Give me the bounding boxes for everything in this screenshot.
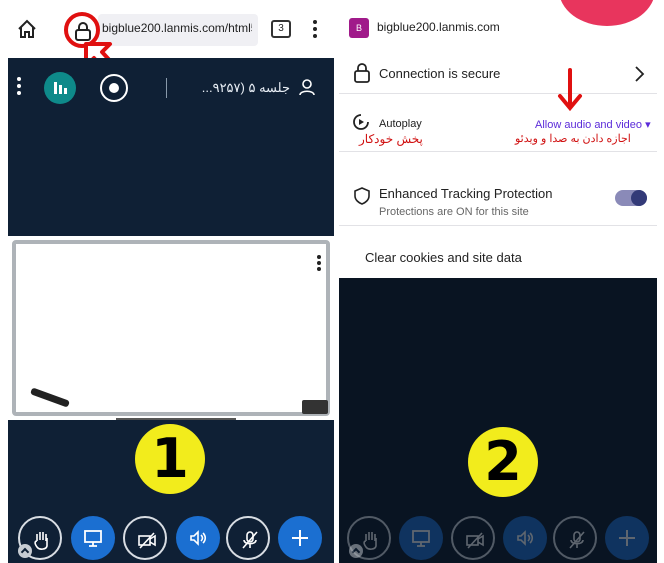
step-badge: 2 <box>468 427 538 497</box>
audio-button[interactable] <box>176 516 220 560</box>
record-icon[interactable] <box>100 74 128 102</box>
marker-image <box>30 387 70 408</box>
header-divider <box>166 78 167 98</box>
autoplay-label-fa: پخش خودکار <box>359 132 423 146</box>
volume-icon <box>190 530 207 546</box>
actions-button[interactable] <box>278 516 322 560</box>
more-vert-icon[interactable] <box>316 254 322 272</box>
presentation-icon <box>84 530 102 547</box>
chevron-up-icon[interactable] <box>349 544 363 558</box>
camera-button[interactable] <box>451 516 495 560</box>
hand-icon <box>34 532 48 550</box>
presentation-button[interactable] <box>71 516 115 560</box>
site-header: B bigblue200.lanmis.com <box>339 0 657 54</box>
presentation-icon <box>412 530 430 547</box>
connection-row[interactable]: Connection is secure <box>339 54 657 94</box>
tracking-protection-row: Enhanced Tracking Protection Protections… <box>339 152 657 226</box>
autoplay-icon <box>353 114 369 130</box>
home-icon[interactable] <box>16 18 38 40</box>
panel-site-info: B bigblue200.lanmis.com Connection is se… <box>339 0 657 563</box>
connection-label: Connection is secure <box>379 66 501 81</box>
mic-button[interactable] <box>226 516 270 560</box>
tabs-icon[interactable]: 3 <box>271 20 291 38</box>
step-badge: 1 <box>135 424 205 494</box>
eraser-image <box>302 400 328 414</box>
autoplay-label: Autoplay <box>379 118 422 130</box>
shield-icon <box>354 187 370 205</box>
url-text: bigblue200.lanmis.com/html5client <box>102 21 252 35</box>
audio-button[interactable] <box>503 516 547 560</box>
presentation-area <box>8 236 334 422</box>
panel-browser-meeting: bigblue200.lanmis.com/html5client 3 جلسه… <box>8 0 334 563</box>
whiteboard[interactable] <box>12 240 330 422</box>
chevron-up-icon[interactable] <box>18 544 32 558</box>
site-name: bigblue200.lanmis.com <box>377 20 500 34</box>
more-vert-icon[interactable] <box>311 18 319 40</box>
etp-title: Enhanced Tracking Protection <box>379 186 553 201</box>
chevron-right-icon <box>635 66 645 82</box>
etp-toggle[interactable] <box>615 190 647 206</box>
camera-off-icon <box>466 532 484 549</box>
clear-data-label: Clear cookies and site data <box>365 250 522 265</box>
browser-toolbar: bigblue200.lanmis.com/html5client 3 <box>8 0 334 58</box>
autoplay-select[interactable]: Allow audio and video ▾ <box>535 118 651 131</box>
actions-button[interactable] <box>605 516 649 560</box>
hand-icon <box>363 532 377 550</box>
presentation-button[interactable] <box>399 516 443 560</box>
user-icon[interactable] <box>298 78 316 96</box>
mic-off-icon <box>242 531 258 549</box>
autoplay-value-fa: اجازه دادن به صدا و ویدئو <box>515 133 631 145</box>
autoplay-row: Autoplay پخش خودکار Allow audio and vide… <box>339 94 657 152</box>
camera-off-icon <box>138 532 156 549</box>
plus-icon <box>619 530 635 546</box>
volume-icon <box>517 530 534 546</box>
camera-button[interactable] <box>123 516 167 560</box>
mic-off-icon <box>569 531 585 549</box>
meeting-title: جلسه ۵ (۹۲۵۷... <box>201 80 290 95</box>
clear-data-row[interactable]: Clear cookies and site data <box>339 226 657 278</box>
stats-icon[interactable] <box>44 72 76 104</box>
site-favicon: B <box>349 18 369 38</box>
lock-icon[interactable] <box>74 21 92 41</box>
meeting-header: جلسه ۵ (۹۲۵۷... <box>8 58 334 116</box>
lock-icon <box>354 63 370 83</box>
more-vert-icon[interactable] <box>16 76 22 96</box>
etp-subtitle: Protections are ON for this site <box>379 206 529 218</box>
meeting-footer <box>339 278 657 563</box>
annotation-arrow <box>558 68 582 112</box>
mic-button[interactable] <box>553 516 597 560</box>
plus-icon <box>292 530 308 546</box>
video-area <box>8 116 334 236</box>
